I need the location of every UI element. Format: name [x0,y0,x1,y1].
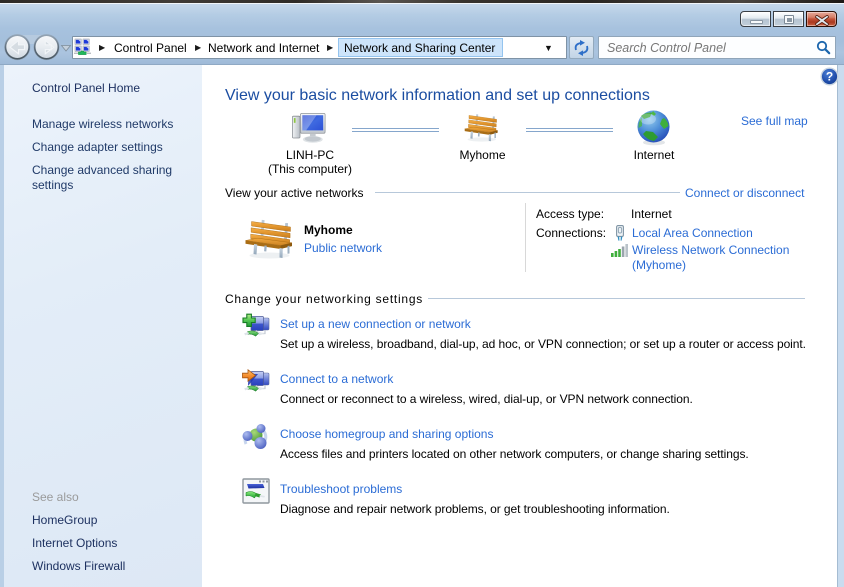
svg-text:?: ? [826,70,833,84]
